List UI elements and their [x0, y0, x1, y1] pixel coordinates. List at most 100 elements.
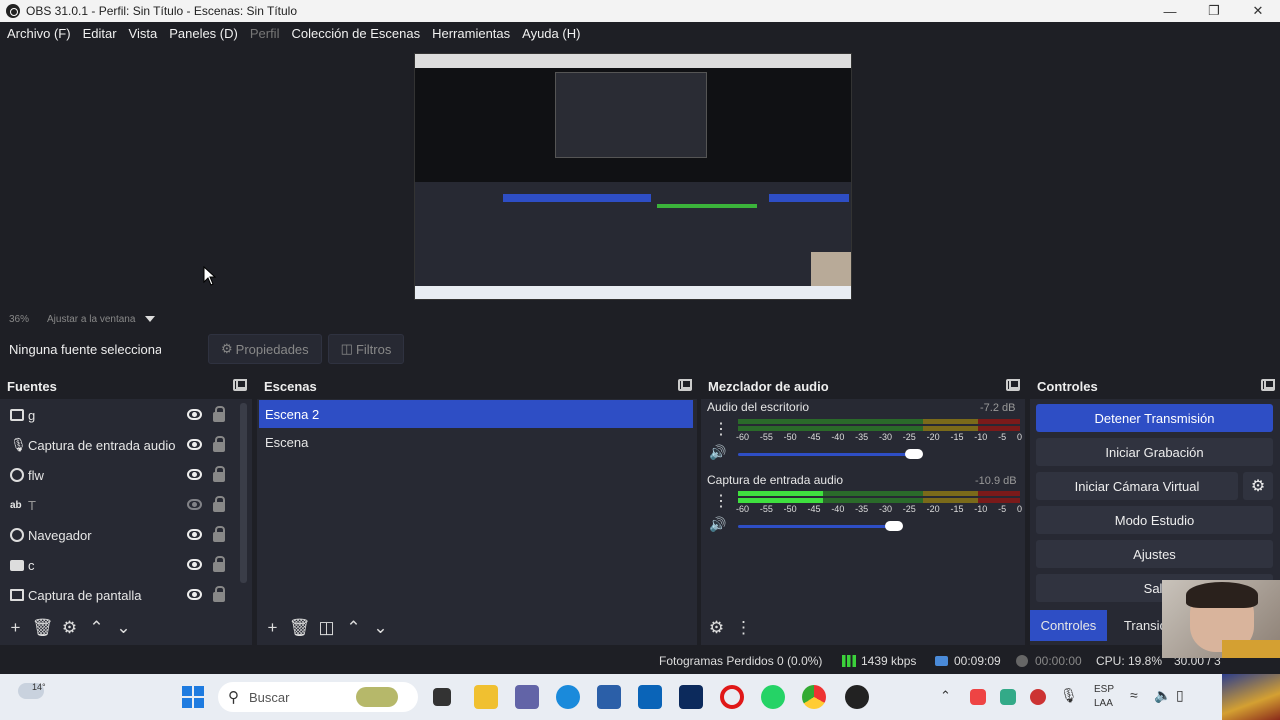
close-button[interactable]: ✕ — [1236, 0, 1280, 22]
channel-menu-icon[interactable]: ⋮ — [713, 491, 729, 511]
move-down-icon[interactable]: ⌄ — [367, 618, 394, 638]
undock-icon[interactable] — [1006, 379, 1020, 391]
tray-app-icon[interactable] — [1030, 689, 1046, 705]
source-item[interactable]: 🎙 Captura de entrada audio — [0, 430, 252, 460]
source-item[interactable]: ab T — [0, 490, 252, 520]
file-explorer-icon[interactable] — [474, 685, 498, 709]
eye-icon[interactable] — [187, 559, 202, 570]
taskbar-search[interactable]: ⚲ Buscar — [218, 682, 418, 712]
source-item[interactable]: Navegador — [0, 520, 252, 550]
lock-icon[interactable] — [213, 526, 225, 542]
mixer-menu-icon[interactable]: ⋮ — [730, 618, 757, 638]
source-item[interactable]: Captura de pantalla — [0, 580, 252, 610]
start-recording-button[interactable]: Iniciar Grabación — [1036, 438, 1273, 466]
eye-hidden-icon[interactable] — [187, 499, 202, 510]
scene-item[interactable]: Escena — [259, 428, 693, 456]
studio-mode-button[interactable]: Modo Estudio — [1036, 506, 1273, 534]
chrome-icon[interactable] — [802, 685, 826, 709]
lock-icon[interactable] — [213, 496, 225, 512]
menu-paneles[interactable]: Paneles (D) — [169, 26, 238, 41]
edge-icon[interactable] — [556, 685, 580, 709]
whatsapp-icon[interactable] — [761, 685, 785, 709]
obs-taskbar-icon[interactable] — [845, 685, 869, 709]
menu-coleccion[interactable]: Colección de Escenas — [291, 26, 420, 41]
eye-icon[interactable] — [187, 409, 202, 420]
microphone-tray-icon[interactable]: 🎙 — [1060, 687, 1078, 704]
menu-archivo[interactable]: Archivo (F) — [7, 26, 71, 41]
lock-icon[interactable] — [213, 466, 225, 482]
remove-source-icon[interactable]: 🗑 — [29, 618, 56, 638]
lock-icon[interactable] — [213, 406, 225, 422]
undock-icon[interactable] — [233, 379, 247, 391]
lock-icon[interactable] — [213, 436, 225, 452]
source-item[interactable]: c — [0, 550, 252, 580]
stream-time: 00:09:09 — [954, 654, 1001, 668]
eye-icon[interactable] — [187, 529, 202, 540]
menu-herramientas[interactable]: Herramientas — [432, 26, 510, 41]
source-name: flw — [28, 467, 44, 483]
maximize-button[interactable]: ❐ — [1192, 0, 1236, 22]
source-item[interactable]: flw — [0, 460, 252, 490]
chevron-up-icon[interactable]: ⌃ — [940, 688, 951, 704]
source-settings-icon[interactable]: ⚙ — [56, 618, 83, 638]
scene-name: Escena — [265, 434, 309, 450]
scene-item-selected[interactable]: Escena 2 — [259, 400, 693, 428]
task-view-icon[interactable] — [433, 688, 451, 706]
preview-canvas[interactable] — [414, 53, 852, 300]
outlook-icon[interactable] — [638, 685, 662, 709]
teams-icon[interactable] — [515, 685, 539, 709]
tick-label: -25 — [902, 432, 916, 442]
tray-app-icon[interactable] — [970, 689, 986, 705]
settings-button[interactable]: Ajustes — [1036, 540, 1273, 568]
store-icon[interactable] — [597, 685, 621, 709]
start-virtual-camera-button[interactable]: Iniciar Cámara Virtual — [1036, 472, 1238, 500]
eye-icon[interactable] — [187, 469, 202, 480]
filters-button[interactable]: ◫ Filtros — [327, 334, 405, 364]
sources-scrollbar[interactable] — [240, 403, 247, 583]
source-item[interactable]: g — [0, 400, 252, 430]
eye-icon[interactable] — [187, 589, 202, 600]
menu-perfil: Perfil — [249, 25, 280, 41]
chevron-down-icon[interactable] — [145, 316, 156, 322]
start-windows-icon[interactable] — [182, 686, 204, 708]
eye-icon[interactable] — [187, 439, 202, 450]
tray-app-icon[interactable] — [1000, 689, 1016, 705]
advanced-audio-icon[interactable]: ⚙ — [703, 618, 730, 638]
language-indicator[interactable]: ESP — [1094, 684, 1114, 695]
properties-button[interactable]: ⚙ Propiedades — [208, 334, 322, 364]
menu-editar[interactable]: Editar — [83, 26, 117, 41]
volume-slider[interactable] — [738, 453, 914, 456]
move-up-icon[interactable]: ⌃ — [83, 618, 110, 638]
menu-vista[interactable]: Vista — [129, 26, 158, 41]
stop-streaming-button[interactable]: Detener Transmisión — [1036, 404, 1273, 432]
volume-icon[interactable]: 🔈 — [1154, 687, 1171, 704]
remove-scene-icon[interactable]: 🗑 — [286, 618, 313, 638]
window-title: OBS 31.0.1 - Perfil: Sin Título - Escena… — [26, 4, 298, 18]
undock-icon[interactable] — [678, 379, 692, 391]
menu-ayuda[interactable]: Ayuda (H) — [522, 26, 580, 41]
move-down-icon[interactable]: ⌄ — [110, 618, 137, 638]
volume-slider[interactable] — [738, 525, 894, 528]
virtual-camera-gear-icon[interactable]: ⚙ — [1243, 472, 1273, 500]
disney-icon[interactable] — [679, 685, 703, 709]
minimize-button[interactable]: — — [1148, 0, 1192, 22]
nested-preview — [555, 72, 707, 158]
volume-slider-handle[interactable] — [905, 449, 923, 459]
lock-icon[interactable] — [213, 556, 225, 572]
tab-controles[interactable]: Controles — [1030, 610, 1107, 641]
move-up-icon[interactable]: ⌃ — [340, 618, 367, 638]
undock-icon[interactable] — [1261, 379, 1275, 391]
speaker-icon[interactable]: 🔊 — [709, 516, 726, 533]
wifi-icon[interactable]: ≈ — [1130, 687, 1138, 703]
channel-menu-icon[interactable]: ⋮ — [713, 419, 729, 439]
volume-slider-handle[interactable] — [885, 521, 903, 531]
fit-window-label[interactable]: Ajustar a la ventana — [47, 314, 135, 325]
opera-icon[interactable] — [720, 685, 744, 709]
tick-label: -50 — [783, 432, 797, 442]
scene-filter-icon[interactable]: ◫ — [313, 618, 340, 638]
battery-icon[interactable]: ▯ — [1176, 687, 1184, 704]
add-scene-icon[interactable]: + — [259, 618, 286, 638]
speaker-icon[interactable]: 🔊 — [709, 444, 726, 461]
add-source-icon[interactable]: + — [2, 618, 29, 638]
lock-icon[interactable] — [213, 586, 225, 602]
